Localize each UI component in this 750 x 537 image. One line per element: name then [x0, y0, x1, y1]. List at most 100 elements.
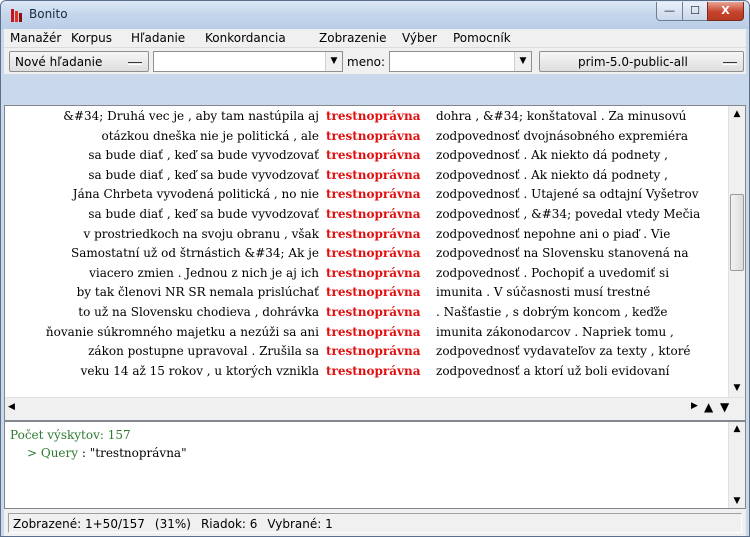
meno-label: meno:	[347, 55, 386, 69]
concordance-row[interactable]: &#34; Druhá vec je , aby tam nastúpila a…	[5, 107, 729, 126]
scroll-down-arrow-icon[interactable]: ▼	[729, 496, 745, 506]
concordance-panel[interactable]: &#34; Druhá vec je , aby tam nastúpila a…	[4, 105, 746, 421]
menubutton-indicator-icon	[723, 62, 737, 65]
right-context: zodpovednosť , &#34; povedal vtedy Mečia	[436, 207, 701, 221]
right-context: zodpovednosť . Pochopiť a uvedomiť si	[436, 265, 670, 280]
left-context: to už na Slovensku chodieva , dohrávka	[78, 305, 319, 319]
keyword-hit: trestnoprávna	[326, 226, 421, 241]
status-row: Riadok: 6	[200, 517, 258, 531]
concordance-nav-buttons: ▶ ▲ ▼	[685, 400, 741, 419]
scroll-left-arrow-icon[interactable]: ◀	[8, 402, 15, 412]
concordance-row[interactable]: otázkou dneška nie je politická , ale tre…	[5, 127, 729, 146]
maximize-button[interactable]: ☐	[682, 2, 708, 21]
menubutton-indicator-icon	[128, 62, 142, 65]
keyword-hit: trestnoprávna	[326, 167, 421, 182]
previous-page-arrow-icon[interactable]: ▲	[704, 400, 713, 414]
scroll-up-arrow-icon[interactable]: ▲	[729, 106, 745, 123]
scroll-up-arrow-icon[interactable]: ▲	[729, 424, 745, 434]
new-search-button[interactable]: Nové hľadanie	[9, 51, 149, 72]
new-search-label: Nové hľadanie	[15, 55, 103, 69]
right-context: zodpovednosť . Ak niekto dá podnety ,	[436, 148, 668, 163]
left-context: sa bude diať , keď sa bude vyvodzovať	[88, 148, 319, 163]
menu-vyber[interactable]: Výber	[402, 31, 437, 45]
info-vertical-scrollbar[interactable]: ▲ ▼	[728, 422, 745, 508]
scroll-right-arrow-icon[interactable]: ▶	[691, 401, 698, 411]
menu-pomocnik[interactable]: Pomocník	[453, 31, 511, 45]
menu-hladanie[interactable]: Hľadanie	[131, 31, 185, 45]
query-combo[interactable]: ▼	[153, 51, 343, 72]
menu-konkordancia[interactable]: Konkordancia	[205, 31, 286, 45]
concordance-row[interactable]: zákon postupne upravoval . Zrušila sa tre…	[5, 342, 729, 361]
concordance-row[interactable]: ňovanie súkromného majetku a nezúži sa a…	[5, 323, 729, 342]
minimize-button[interactable]: —	[656, 2, 683, 21]
keyword-hit: trestnoprávna	[326, 324, 421, 339]
right-context: zodpovednosť vydavateľov za texty , ktor…	[436, 344, 691, 359]
right-context: zodpovednosť nepohne ani o piaď . Vie	[436, 226, 671, 241]
left-context: ňovanie súkromného majetku a nezúži sa a…	[45, 324, 319, 339]
status-field: Zobrazené: 1+50/157 (31%) Riadok: 6 Vybrané…	[8, 513, 742, 533]
keyword-hit: trestnoprávna	[326, 207, 421, 221]
app-window: Bonito — ☐ X Manažér Korpus Hľadanie Kon…	[0, 0, 750, 537]
left-context: v prostriedkoch na svoju obranu , však	[83, 226, 319, 241]
right-context: zodpovednosť dvojnásobného expremiéra	[436, 128, 688, 143]
scroll-thumb[interactable]	[730, 194, 744, 271]
left-context: sa bude diať , keď sa bude vyvodzovať	[88, 167, 319, 182]
right-context: . Našťastie , s dobrým koncom , keďže	[436, 305, 668, 319]
keyword-hit: trestnoprávna	[326, 305, 421, 319]
keyword-hit: trestnoprávna	[326, 109, 421, 123]
keyword-hit: trestnoprávna	[326, 363, 421, 378]
keyword-hit: trestnoprávna	[326, 344, 421, 359]
close-button[interactable]: X	[707, 2, 744, 21]
chevron-down-icon[interactable]: ▼	[514, 52, 531, 71]
concordance-row[interactable]: Jána Chrbeta vyvodená politická , no nie…	[5, 185, 729, 204]
menu-zobrazenie[interactable]: Zobrazenie	[319, 31, 386, 45]
concordance-row[interactable]: sa bude diať , keď sa bude vyvodzovať tre…	[5, 166, 729, 185]
left-context: otázkou dneška nie je politická , ale	[101, 128, 319, 143]
concordance-row[interactable]: to už na Slovensku chodieva , dohrávka tr…	[5, 303, 729, 322]
menu-manazer[interactable]: Manažér	[10, 31, 61, 45]
occurrence-count: Počet výskytov: 157	[10, 428, 131, 442]
concordance-vertical-scrollbar[interactable]: ▲ ▼	[728, 106, 745, 397]
query-prefix: > Query	[27, 446, 79, 460]
status-bar: Zobrazené: 1+50/157 (31%) Riadok: 6 Vybrané…	[4, 509, 746, 536]
concordance-row[interactable]: sa bude diať , keď sa bude vyvodzovať tre…	[5, 205, 729, 224]
menu-korpus[interactable]: Korpus	[71, 31, 112, 45]
right-context: zodpovednosť a ktorí už boli evidovaní	[436, 363, 670, 378]
scroll-down-arrow-icon[interactable]: ▼	[729, 380, 745, 397]
concordance-row[interactable]: sa bude diať , keď sa bude vyvodzovať tre…	[5, 146, 729, 165]
keyword-hit: trestnoprávna	[326, 246, 421, 261]
chevron-down-icon[interactable]: ▼	[325, 52, 342, 71]
query-line: > Query : "trestnoprávna"	[27, 446, 187, 460]
concordance-row[interactable]: v prostriedkoch na svoju obranu , však tr…	[5, 225, 729, 244]
right-context: dohra , &#34; konštatoval . Za minusovú	[436, 109, 687, 123]
keyword-hit: trestnoprávna	[326, 128, 421, 143]
concordance-list[interactable]: &#34; Druhá vec je , aby tam nastúpila a…	[5, 106, 729, 397]
title-bar: Bonito — ☐ X	[1, 1, 749, 29]
next-page-arrow-icon[interactable]: ▼	[720, 400, 729, 414]
concordance-row[interactable]: viacero zmien . Jednou z nich je aj ich t…	[5, 264, 729, 283]
left-context: by tak členovi NR SR nemala prislúchať	[76, 285, 319, 300]
query-value: : "trestnoprávna"	[78, 446, 187, 460]
corpus-button[interactable]: prim-5.0-public-all	[539, 51, 744, 72]
window-title: Bonito	[29, 7, 68, 21]
keyword-hit: trestnoprávna	[326, 148, 421, 163]
status-percent: (31%)	[154, 517, 191, 531]
keyword-hit: trestnoprávna	[326, 285, 421, 300]
right-context: imunita . V súčasnosti musí trestné	[436, 285, 651, 300]
status-displayed: Zobrazené: 1+50/157	[13, 517, 145, 531]
left-context: Samostatní už od štrnástich &#34; Ak je	[70, 246, 319, 261]
concordance-horizontal-scrollbar[interactable]: ◀ ▶ ▲ ▼	[5, 397, 745, 420]
concordance-row[interactable]: by tak členovi NR SR nemala prislúchať tr…	[5, 283, 729, 302]
keyword-hit: trestnoprávna	[326, 265, 421, 280]
left-context: Jána Chrbeta vyvodená politická , no nie	[72, 187, 319, 202]
concordance-row[interactable]: veku 14 až 15 rokov , u ktorých vznikla t…	[5, 362, 729, 381]
info-panel: Počet výskytov: 157 > Query : "trestnopr…	[4, 421, 746, 509]
bonito-app-icon	[10, 8, 23, 23]
concordance-row[interactable]: Samostatní už od štrnástich &#34; Ak je t…	[5, 244, 729, 263]
toolbar: Nové hľadanie ▼ meno: ▼ prim-5.0-public-…	[4, 48, 746, 74]
left-context: veku 14 až 15 rokov , u ktorých vznikla	[80, 363, 319, 378]
right-context: zodpovednosť . Utajené sa odtajní Vyšetr…	[436, 187, 699, 202]
left-context: viacero zmien . Jednou z nich je aj ich	[89, 265, 319, 280]
keyword-hit: trestnoprávna	[326, 187, 421, 202]
meno-combo[interactable]: ▼	[389, 51, 532, 72]
